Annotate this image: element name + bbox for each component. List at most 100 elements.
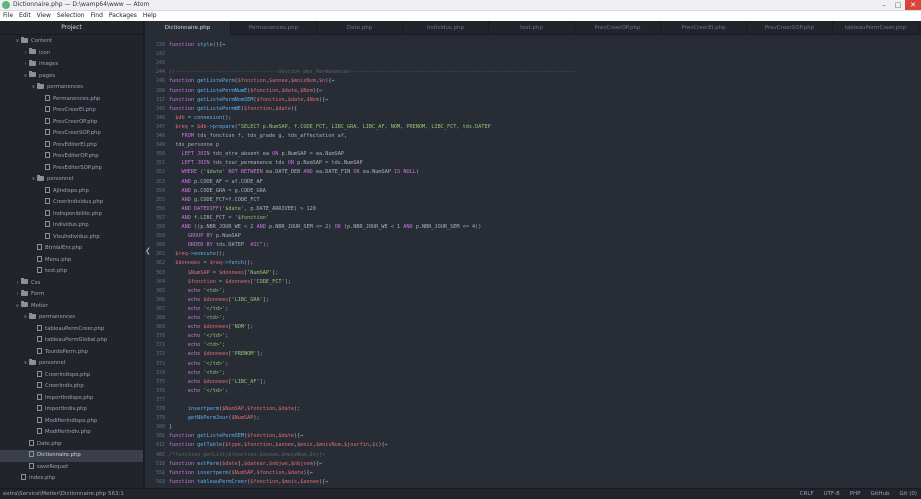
code-line[interactable]: echo '</td>'; (169, 332, 229, 341)
chevron-left-icon[interactable]: ❮ (145, 247, 151, 255)
tree-file[interactable]: index.php (0, 473, 143, 485)
tree-file[interactable]: PrevEditerOP.php (0, 151, 143, 163)
tree-file[interactable]: PrevCreerSOP.php (0, 128, 143, 140)
tab-tableaupermcreer-php[interactable]: tableauPermCreer.php (833, 21, 919, 35)
tree-file[interactable]: Menu.php (0, 255, 143, 267)
code-line[interactable]: function style(){⇔ (169, 41, 225, 50)
code-line[interactable]: function getListePermWE($fonction,$date)… (169, 105, 297, 114)
tab-permanences-php[interactable]: Permanences.php (231, 21, 317, 35)
chevron-right-icon[interactable]: › (22, 48, 29, 60)
fold-arrow-icon[interactable]: › (162, 441, 167, 450)
code-line[interactable]: } (169, 423, 172, 432)
code-line[interactable]: insertperm($NumSAP,$fonction,$date); (169, 405, 300, 414)
code-line[interactable]: function insertperm($NumSAP,$fonction,$d… (169, 469, 313, 478)
code-line[interactable]: function getListePermNomSEM($fonction,$d… (169, 96, 328, 105)
code-line[interactable]: /*function getList($fonction,$annee,$moi… (169, 451, 325, 460)
grammar-selector[interactable]: PHP (850, 489, 861, 499)
tree-file[interactable]: Dictionnaire.php (0, 450, 143, 462)
tree-file[interactable]: TourdePerm.php (0, 347, 143, 359)
code-line[interactable]: function getListePerm($fonction,$annee,$… (169, 77, 335, 86)
minimize-icon[interactable]: – (877, 0, 891, 10)
code-line[interactable]: LEFT JOIN tds_tour_permanence tds ON p.N… (169, 159, 363, 168)
code-line[interactable]: FROM tds_fonction f, tds_grade g, tds_af… (169, 132, 348, 141)
fold-arrow-icon[interactable]: › (162, 460, 167, 469)
tree-folder[interactable]: › images (0, 59, 143, 71)
code-line[interactable]: $req = $db->prepare("SELECT p.NumSAP, f.… (169, 123, 490, 132)
tree-file[interactable]: CreerIndispo.php (0, 370, 143, 382)
tree-file[interactable]: VisuIndividus.php (0, 232, 143, 244)
tree-folder[interactable]: ∨ personnel (0, 358, 143, 370)
file-path[interactable]: extra\Service\Metier\Dictionnaire.php (3, 489, 106, 499)
line-ending-selector[interactable]: CRLF (800, 489, 814, 499)
tree-file[interactable]: tableauPermGlobal.php (0, 335, 143, 347)
tree-folder[interactable]: › Form (0, 289, 143, 301)
code-line[interactable]: echo '</td>'; (169, 360, 229, 369)
code-line[interactable]: $fonction = $donnees['CODE_FCT']; (169, 278, 291, 287)
code-line[interactable]: echo $donnees['NOM']; (169, 323, 254, 332)
code-line[interactable]: echo '</td>'; (169, 387, 229, 396)
chevron-right-icon[interactable]: › (14, 289, 21, 301)
code-line[interactable]: getNbPermJour($NumSAP); (169, 414, 260, 423)
tree-folder[interactable]: ∨ pages (0, 71, 143, 83)
chevron-down-icon[interactable]: ∨ (22, 71, 29, 83)
tree-file[interactable]: PrevEditerSOP.php (0, 163, 143, 175)
tab-prevcreerop-php[interactable]: PrevCreerOP.php (575, 21, 661, 35)
chevron-down-icon[interactable]: ∨ (14, 36, 21, 48)
code-line[interactable]: tds_personne p (169, 141, 219, 150)
encoding-selector[interactable]: UTF-8 (824, 489, 840, 499)
tree-folder[interactable]: ∨ permanences (0, 82, 143, 94)
tab-individus-php[interactable]: Individus.php (403, 21, 489, 35)
tree-file[interactable]: BtnValEnr.php (0, 243, 143, 255)
tree-file[interactable]: Indisponibilite.php (0, 209, 143, 221)
tab-date-php[interactable]: Date.php (317, 21, 403, 35)
tree-file[interactable]: ImportIndispo.php (0, 393, 143, 405)
code-line[interactable]: AND g.CODE_FCT=f.CODE_FCT (169, 196, 260, 205)
fold-arrow-icon[interactable]: › (162, 469, 167, 478)
code-line[interactable]: echo $donnees['LIBC_AF']; (169, 378, 266, 387)
code-line[interactable]: AND p.CODE_GRA = g.CODE_GRA (169, 187, 266, 196)
code-line[interactable]: AND p.CODE_AF = af.CODE_AF (169, 178, 263, 187)
code-line[interactable]: echo '<td>'; (169, 287, 226, 296)
chevron-right-icon[interactable]: › (22, 59, 29, 71)
tree-file[interactable]: CreerIndividus.php (0, 197, 143, 209)
tab-dictionnaire-php[interactable]: Dictionnaire.php (145, 21, 231, 35)
code-line[interactable]: ORDER BY tds.DATEP ASC"); (169, 241, 269, 250)
tree-file[interactable]: PrevEditerEI.php (0, 140, 143, 152)
menu-help[interactable]: Help (143, 11, 157, 21)
code-line[interactable]: GROUP BY p.NumSAP (169, 232, 241, 241)
code-line[interactable]: function getTable($type,$fonction,$annee… (169, 441, 388, 450)
fold-arrow-icon[interactable]: › (162, 451, 167, 460)
code-line[interactable]: $NumSAP = $donnees['NumSAP']; (169, 269, 279, 278)
tree-file[interactable]: ModifierIndispo.php (0, 416, 143, 428)
fold-arrow-icon[interactable]: › (162, 87, 167, 96)
code-line[interactable]: echo '</td>'; (169, 305, 229, 314)
menu-selection[interactable]: Selection (57, 11, 85, 21)
code-line[interactable]: echo $donnees['LIBC_GRA']; (169, 296, 269, 305)
code-line[interactable]: AND DATEDIFF('$date', p.DATE_ARRIVEE) > … (169, 205, 316, 214)
tree-file[interactable]: PrevCreerOP.php (0, 117, 143, 129)
tree-file[interactable]: tableauPermCreer.php (0, 324, 143, 336)
chevron-down-icon[interactable]: ∨ (14, 301, 21, 313)
code-line[interactable]: echo '<td>'; (169, 341, 226, 350)
code-line[interactable]: function extPerm($date],$datear,$nbjwe,$… (169, 460, 322, 469)
tree-folder[interactable]: ∨ Metier (0, 301, 143, 313)
menu-packages[interactable]: Packages (109, 11, 137, 21)
tree-file[interactable]: CreerIndiv.php (0, 381, 143, 393)
menu-find[interactable]: Find (91, 11, 103, 21)
tree-folder[interactable]: ∨ permanences (0, 312, 143, 324)
menu-file[interactable]: File (3, 11, 13, 21)
fold-arrow-icon[interactable]: › (162, 478, 167, 487)
code-line[interactable]: AND ((p.NBR_JOUR_WE < 2 AND p.NBR_JOUR_S… (169, 223, 482, 232)
code-line[interactable]: $db = connexion(); (169, 114, 231, 123)
menu-view[interactable]: View (37, 11, 51, 21)
tree-folder[interactable]: › icon (0, 48, 143, 60)
cursor-position[interactable]: 563:1 (108, 489, 124, 499)
tree-folder[interactable]: › Css (0, 278, 143, 290)
fold-arrow-icon[interactable]: › (162, 432, 167, 441)
tree-file[interactable]: Date.php (0, 439, 143, 451)
fold-arrow-icon[interactable]: › (162, 77, 167, 86)
close-icon[interactable]: ✕ (905, 0, 921, 10)
tree-file[interactable]: ImportIndiv.php (0, 404, 143, 416)
tab-prevcreerei-php[interactable]: PrevCreerEI.php (661, 21, 747, 35)
fold-arrow-icon[interactable]: › (162, 41, 167, 50)
